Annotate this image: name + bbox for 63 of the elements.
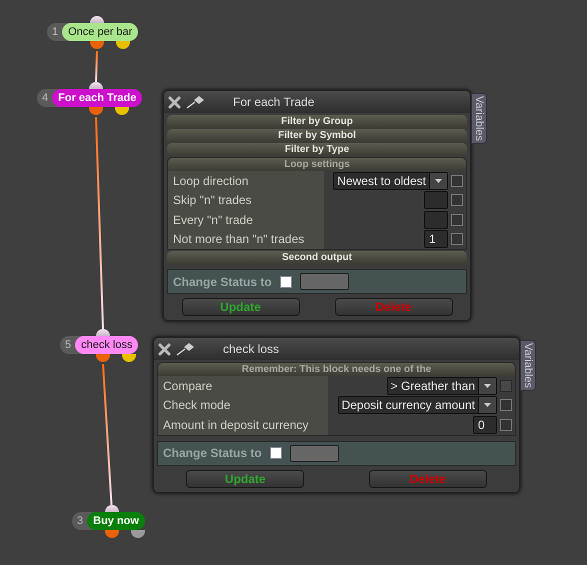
close-icon[interactable] [158, 342, 171, 356]
variables-tab[interactable]: Variables [520, 340, 536, 392]
update-button[interactable]: Update [186, 470, 304, 488]
update-button[interactable]: Update [182, 298, 300, 316]
checkbox[interactable] [451, 233, 463, 246]
window-title: For each Trade [233, 94, 314, 111]
row-label: Every "n" trade [173, 212, 253, 229]
checkbox[interactable] [451, 214, 463, 226]
node-label[interactable]: For each Trade [52, 89, 142, 107]
node-label[interactable]: Buy now [87, 512, 145, 530]
number-field[interactable]: 0 [473, 416, 497, 434]
status-label: Change Status to [163, 445, 262, 462]
status-color-field[interactable] [290, 444, 339, 462]
number-field[interactable] [424, 191, 448, 210]
node-label[interactable]: Once per bar [62, 23, 138, 41]
output-port[interactable] [130, 530, 144, 538]
section-header[interactable]: Remember: This block needs one of the [158, 363, 515, 376]
input-port[interactable] [104, 505, 118, 512]
checkbox[interactable] [500, 418, 512, 431]
row-label: Skip "n" trades [173, 192, 252, 210]
caret-icon [435, 178, 442, 183]
status-color-field[interactable] [300, 273, 349, 290]
dropdown[interactable]: Newest to oldest [333, 172, 448, 190]
caret-icon [484, 384, 491, 388]
section-header[interactable]: Filter by Group [167, 115, 467, 128]
input-port[interactable] [90, 16, 104, 23]
row-label: Loop direction [173, 172, 248, 190]
row-label: Compare [163, 378, 212, 395]
output-port[interactable] [96, 354, 110, 362]
node-label[interactable]: check loss [75, 336, 138, 354]
checkbox[interactable] [500, 399, 512, 412]
variables-tab-label: Variables [521, 343, 535, 388]
status-label: Change Status to [173, 274, 272, 290]
pin-icon[interactable] [176, 342, 196, 356]
section-header[interactable]: Loop settings [168, 158, 466, 171]
status-checkbox[interactable] [270, 447, 282, 459]
output-port[interactable] [122, 354, 136, 362]
dropdown[interactable]: Deposit currency amount [338, 396, 497, 414]
row-label: Amount in deposit currency [163, 416, 308, 434]
caret-icon [484, 403, 491, 408]
number-field[interactable] [424, 210, 448, 229]
output-port[interactable] [90, 41, 104, 49]
connector-line [95, 50, 98, 82]
section-header[interactable]: Filter by Type [167, 143, 467, 156]
pin-icon[interactable] [186, 95, 206, 109]
output-port[interactable] [116, 41, 130, 49]
section-header[interactable]: Filter by Symbol [167, 129, 467, 142]
window-title: check loss [223, 341, 280, 358]
variables-tab-label: Variables [472, 96, 486, 142]
row-label: Check mode [163, 397, 230, 414]
output-port[interactable] [104, 530, 118, 538]
section-header[interactable]: Second output [167, 251, 467, 264]
checkbox[interactable] [451, 174, 463, 187]
close-icon[interactable] [168, 96, 181, 108]
checkbox[interactable] [451, 194, 463, 206]
status-checkbox[interactable] [280, 276, 292, 288]
variables-tab[interactable]: Variables [471, 93, 487, 144]
row-label: Not more than "n" trades [173, 231, 304, 248]
output-port[interactable] [89, 107, 103, 115]
input-port[interactable] [96, 329, 110, 336]
input-port[interactable] [89, 82, 103, 89]
number-field[interactable]: 1 [424, 230, 448, 248]
output-port[interactable] [115, 107, 129, 115]
